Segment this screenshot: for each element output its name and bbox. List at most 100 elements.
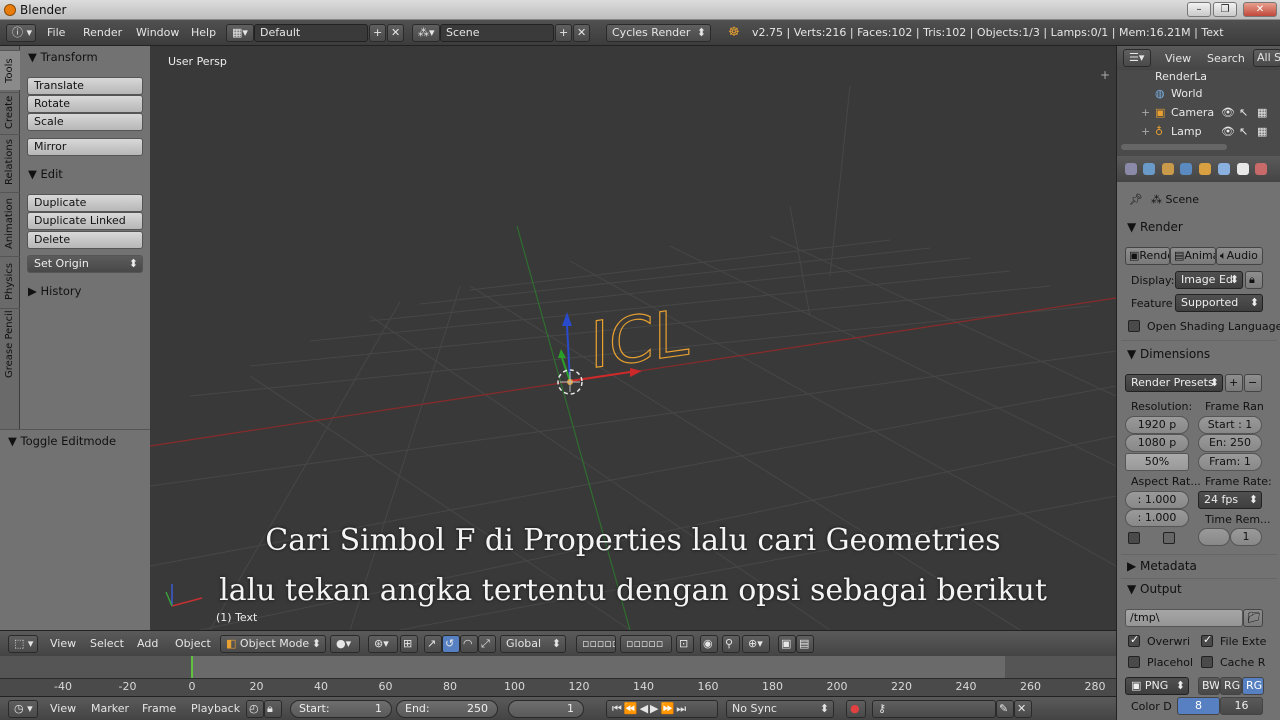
visibility-eye-icon[interactable]: 👁︎ bbox=[1221, 122, 1235, 141]
lock-interface-icon[interactable]: 🔒︎ bbox=[1245, 271, 1263, 289]
placeholders-checkbox[interactable] bbox=[1128, 656, 1140, 668]
manipulator-toggle-icon[interactable]: ⊞ bbox=[400, 635, 418, 653]
preview-range-icon[interactable]: ◴ bbox=[246, 700, 264, 718]
world-tab-icon[interactable] bbox=[1180, 163, 1192, 175]
minimize-button[interactable]: – bbox=[1187, 2, 1211, 17]
outliner-scrollbar[interactable] bbox=[1121, 144, 1227, 150]
delete-button[interactable]: Delete bbox=[27, 231, 143, 249]
panel-history-header[interactable]: ▶ History bbox=[28, 284, 81, 298]
frame-rate-dropdown[interactable]: 24 fps ⬍ bbox=[1198, 491, 1262, 509]
editor-type-info-icon[interactable]: ⓘ ▾ bbox=[6, 24, 36, 42]
editor-type-outliner-icon[interactable]: ☰▾ bbox=[1123, 49, 1151, 67]
rotate-button[interactable]: Rotate bbox=[27, 95, 143, 113]
scene-icon[interactable]: ⁂▾ bbox=[412, 24, 440, 42]
playback-controls[interactable]: ⏮⏪◀▶⏩⏭ bbox=[606, 700, 718, 718]
osl-checkbox[interactable] bbox=[1128, 320, 1140, 332]
scale-manipulator-icon[interactable]: ◠ bbox=[460, 635, 478, 653]
render-presets-dropdown[interactable]: Render Presets ⬍ bbox=[1125, 374, 1223, 392]
panel-transform-header[interactable]: ▼ Transform bbox=[28, 50, 98, 64]
add-layout-icon[interactable]: + bbox=[369, 24, 386, 42]
translate-manipulator-icon[interactable]: ↗ bbox=[424, 635, 442, 653]
icl-text-object[interactable]: ICL bbox=[589, 295, 690, 385]
expand-icon[interactable]: + bbox=[1141, 122, 1150, 141]
file-browser-icon[interactable]: 📁︎ bbox=[1243, 609, 1263, 627]
editor-type-3dview-icon[interactable]: ⬚ ▾ bbox=[8, 635, 38, 653]
color-mode-bw[interactable]: BW bbox=[1198, 677, 1220, 695]
3d-viewport[interactable]: ICL User Persp + Cari Simbol F di Proper… bbox=[150, 46, 1116, 630]
outliner-item-lamp[interactable]: + ♁ Lamp 👁︎ ↖ ▦ bbox=[1117, 122, 1277, 141]
auto-keying-icon[interactable]: ● bbox=[846, 700, 866, 718]
render-camera-icon[interactable]: ▦ bbox=[1257, 122, 1267, 141]
metadata-panel-header[interactable]: ▶ Metadata bbox=[1127, 559, 1197, 573]
screen-layout-icon[interactable]: ▦▾ bbox=[226, 24, 254, 42]
tab-tools[interactable]: Tools bbox=[0, 50, 20, 90]
render-button[interactable]: ▣Rende bbox=[1125, 247, 1170, 265]
menu-marker[interactable]: Marker bbox=[91, 702, 129, 715]
viewport-shading-icon[interactable]: ●▾ bbox=[330, 635, 360, 653]
opengl-render-icon[interactable]: ▣ bbox=[778, 635, 796, 653]
scene-tab-icon[interactable] bbox=[1162, 163, 1174, 175]
menu-timeline-view[interactable]: View bbox=[50, 702, 76, 715]
expand-icon[interactable]: + bbox=[1141, 103, 1150, 122]
duplicate-linked-button[interactable]: Duplicate Linked bbox=[27, 212, 143, 230]
delete-layout-icon[interactable]: ✕ bbox=[387, 24, 404, 42]
output-panel-header[interactable]: ▼ Output bbox=[1127, 582, 1182, 596]
outliner-item-world[interactable]: ◍ World bbox=[1117, 84, 1277, 103]
resolution-y-field[interactable]: 1080 p bbox=[1125, 434, 1189, 452]
color-mode-rgb[interactable]: RGB bbox=[1220, 677, 1242, 695]
lock-camera-icon[interactable]: ⊡ bbox=[676, 635, 694, 653]
cache-result-checkbox[interactable] bbox=[1201, 656, 1213, 668]
close-button[interactable]: ✕ bbox=[1243, 2, 1277, 17]
delete-scene-icon[interactable]: ✕ bbox=[573, 24, 590, 42]
transform-orientation-dropdown[interactable]: Global ⬍ bbox=[500, 635, 566, 653]
tab-animation[interactable]: Animation bbox=[0, 192, 20, 254]
menu-window[interactable]: Window bbox=[136, 26, 179, 39]
duplicate-button[interactable]: Duplicate bbox=[27, 194, 143, 212]
outliner-menu-search[interactable]: Search bbox=[1207, 52, 1245, 65]
add-preset-icon[interactable]: + bbox=[1225, 374, 1243, 392]
visibility-eye-icon[interactable]: 👁︎ bbox=[1221, 103, 1235, 122]
maximize-button[interactable]: ❐ bbox=[1213, 2, 1237, 17]
sync-mode-dropdown[interactable]: No Sync ⬍ bbox=[726, 700, 834, 718]
render-panel-header[interactable]: ▼ Render bbox=[1127, 220, 1183, 234]
menu-add[interactable]: Add bbox=[137, 637, 158, 650]
tab-grease-pencil[interactable]: Grease Pencil bbox=[0, 308, 20, 380]
timeline[interactable]: -40 -20 0 20 40 60 80 100 120 140 160 180 200 220 240 2… bbox=[0, 656, 1116, 696]
mirror-button[interactable]: Mirror bbox=[27, 138, 143, 156]
layout-field[interactable]: Default bbox=[254, 24, 368, 42]
tab-relations[interactable]: Relations bbox=[0, 134, 20, 190]
font-data-tab-icon[interactable] bbox=[1237, 163, 1249, 175]
aspect-y-field[interactable]: : 1.000 bbox=[1125, 509, 1189, 527]
time-remap-old-field[interactable] bbox=[1198, 528, 1230, 546]
render-engine-dropdown[interactable]: Cycles Render ⬍ bbox=[606, 24, 711, 42]
current-frame-field[interactable]: 1 bbox=[508, 700, 584, 718]
select-cursor-icon[interactable]: ↖ bbox=[1239, 122, 1248, 141]
output-path-field[interactable]: /tmp\ bbox=[1125, 609, 1243, 627]
tab-create[interactable]: Create bbox=[0, 92, 20, 132]
overwrite-checkbox[interactable] bbox=[1128, 633, 1140, 647]
combined-manipulator-icon[interactable]: ⤢ bbox=[478, 635, 496, 653]
outliner-menu-view[interactable]: View bbox=[1165, 52, 1191, 65]
resolution-percentage-field[interactable]: 50% bbox=[1125, 453, 1189, 471]
delete-keyframe-icon[interactable]: ✕ bbox=[1014, 700, 1032, 718]
pivot-point-icon[interactable]: ⊛▾ bbox=[368, 635, 398, 653]
crop-checkbox[interactable] bbox=[1163, 532, 1175, 544]
translate-button[interactable]: Translate bbox=[27, 77, 143, 95]
border-checkbox[interactable] bbox=[1128, 532, 1140, 544]
render-camera-icon[interactable]: ▦ bbox=[1257, 103, 1267, 122]
frame-start-field[interactable]: Start : 1 bbox=[1198, 416, 1262, 434]
end-frame-field[interactable]: End: 250 bbox=[396, 700, 498, 718]
menu-render[interactable]: Render bbox=[83, 26, 122, 39]
select-cursor-icon[interactable]: ↖ bbox=[1239, 103, 1248, 122]
lock-range-icon[interactable]: 🔒︎ bbox=[264, 700, 282, 718]
audio-button[interactable]: 🔈︎Audio bbox=[1216, 247, 1263, 265]
snap-element-icon[interactable]: ⊕▾ bbox=[742, 635, 770, 653]
feature-set-dropdown[interactable]: Supported ⬍ bbox=[1175, 294, 1263, 312]
set-origin-dropdown[interactable]: Set Origin ⬍ bbox=[27, 255, 143, 273]
properties-region-toggle-icon[interactable]: + bbox=[1100, 68, 1110, 82]
display-mode-dropdown[interactable]: All Sc bbox=[1253, 49, 1280, 67]
frame-step-field[interactable]: Fram: 1 bbox=[1198, 453, 1262, 471]
scale-button[interactable]: Scale bbox=[27, 113, 143, 131]
object-tab-icon[interactable] bbox=[1199, 163, 1211, 175]
time-remap-new-field[interactable]: 1 bbox=[1230, 528, 1262, 546]
